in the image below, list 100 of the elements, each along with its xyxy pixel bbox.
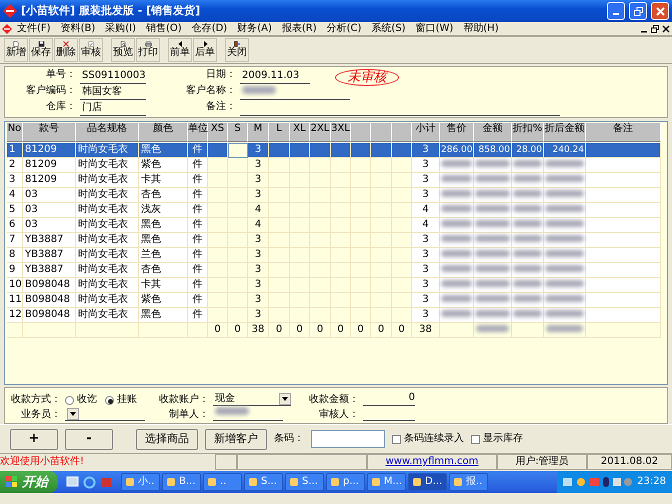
toolbar-button[interactable]: 关闭 bbox=[225, 38, 249, 62]
table-cell: 1 bbox=[7, 143, 23, 158]
blurred-value bbox=[513, 280, 542, 287]
table-cell bbox=[290, 203, 310, 218]
column-header[interactable]: 单位 bbox=[188, 123, 208, 142]
column-header[interactable]: 售价 bbox=[440, 123, 474, 142]
column-header[interactable]: 金额 bbox=[474, 123, 512, 142]
table-cell: 11 bbox=[7, 293, 23, 308]
toolbar-button[interactable]: 预览 bbox=[111, 38, 135, 62]
column-header[interactable]: 3XL bbox=[331, 123, 351, 142]
close-button[interactable] bbox=[651, 2, 669, 20]
menu-item[interactable]: 帮助(H) bbox=[458, 22, 504, 34]
blurred-value bbox=[545, 190, 584, 197]
column-header[interactable] bbox=[371, 123, 392, 142]
taskbar-button[interactable]: S... bbox=[285, 473, 324, 491]
table-cell bbox=[392, 143, 412, 158]
column-header[interactable]: XS bbox=[208, 123, 228, 142]
amount-field[interactable]: 0 bbox=[363, 391, 415, 406]
table-cell bbox=[290, 233, 310, 248]
menu-item[interactable]: 销售(O) bbox=[141, 22, 187, 34]
menu-item[interactable]: 采购(I) bbox=[100, 22, 141, 34]
menu-item[interactable]: 资料(B) bbox=[56, 22, 100, 34]
window-icon bbox=[330, 477, 340, 487]
column-header[interactable]: 折后金额 bbox=[544, 123, 586, 142]
table-cell bbox=[371, 233, 392, 248]
action-button[interactable]: 新增客户 bbox=[205, 428, 267, 450]
field-label: 审核人： bbox=[318, 409, 360, 421]
account-dropdown[interactable]: 现金 bbox=[213, 393, 291, 406]
customer-name-field[interactable] bbox=[240, 85, 350, 100]
menu-item[interactable]: 文件(F) bbox=[12, 22, 56, 34]
maker-field[interactable] bbox=[213, 406, 283, 421]
column-header[interactable]: M bbox=[248, 123, 269, 142]
taskbar-button[interactable]: S... bbox=[244, 473, 283, 491]
taskbar-button[interactable]: M... bbox=[367, 473, 406, 491]
close-icon[interactable] bbox=[662, 24, 670, 32]
column-header[interactable]: 品名规格 bbox=[76, 123, 139, 142]
table-cell: 件 bbox=[188, 188, 208, 203]
taskbar-button[interactable]: D... bbox=[408, 473, 447, 491]
editing-cell[interactable] bbox=[228, 143, 248, 158]
desktop-icon[interactable] bbox=[66, 476, 79, 488]
table-cell bbox=[228, 278, 248, 293]
restore-button[interactable] bbox=[629, 2, 647, 20]
menu-item[interactable]: 仓存(D) bbox=[186, 22, 232, 34]
table-cell: 杏色 bbox=[139, 263, 188, 278]
toolbar-button[interactable]: 前单 bbox=[168, 38, 192, 62]
taskbar-button[interactable]: B... bbox=[162, 473, 201, 491]
column-header[interactable]: 颜色 bbox=[139, 123, 188, 142]
column-header[interactable]: 2XL bbox=[310, 123, 331, 142]
toolbar-button[interactable]: 后单 bbox=[193, 38, 217, 62]
column-header[interactable]: No bbox=[7, 123, 23, 142]
column-header[interactable]: 小计 bbox=[412, 123, 440, 142]
table-cell bbox=[290, 293, 310, 308]
column-header[interactable] bbox=[392, 123, 412, 142]
toolbar-button[interactable]: 保存 bbox=[29, 38, 53, 62]
salesman-dropdown[interactable] bbox=[65, 408, 145, 421]
toolbar-button[interactable]: 打印 bbox=[136, 38, 160, 62]
browser-icon[interactable] bbox=[83, 476, 96, 488]
dropdown-arrow-icon[interactable] bbox=[70, 412, 76, 416]
date-status: 2011.08.02 bbox=[587, 454, 672, 470]
column-header[interactable]: 备注 bbox=[586, 123, 661, 142]
taskbar-button[interactable]: .. bbox=[203, 473, 242, 491]
action-button[interactable]: + bbox=[10, 428, 58, 450]
action-button[interactable]: - bbox=[65, 428, 113, 450]
table-cell bbox=[208, 143, 228, 158]
warehouse-field[interactable]: 门店 bbox=[80, 101, 146, 116]
checkbox[interactable]: 条码连续录入 bbox=[392, 433, 464, 445]
column-header[interactable]: XL bbox=[290, 123, 310, 142]
menu-item[interactable]: 报表(R) bbox=[276, 22, 322, 34]
taskbar-button[interactable]: 小.. bbox=[121, 473, 160, 491]
toolbar-button[interactable]: 审核 bbox=[79, 38, 103, 62]
tray-icons-drawing[interactable] bbox=[563, 476, 634, 488]
column-header[interactable] bbox=[351, 123, 371, 142]
dropdown-arrow-icon[interactable] bbox=[282, 397, 288, 401]
menu-item[interactable]: 系统(S) bbox=[366, 22, 411, 34]
taskbar-button[interactable]: p... bbox=[326, 473, 365, 491]
toolbar-button[interactable]: 新增 bbox=[4, 38, 28, 62]
action-button[interactable]: 选择商品 bbox=[136, 428, 198, 450]
table-cell bbox=[208, 308, 228, 323]
table-cell bbox=[208, 188, 228, 203]
barcode-field[interactable] bbox=[311, 430, 385, 448]
date-field[interactable]: 2009.11.03 bbox=[240, 69, 310, 84]
customer-code-field[interactable]: 韩国女客 bbox=[80, 85, 146, 100]
column-header[interactable]: L bbox=[269, 123, 290, 142]
menu-item[interactable]: 分析(C) bbox=[322, 22, 366, 34]
app-logo-icon bbox=[3, 4, 17, 18]
radio-button[interactable]: 挂账 bbox=[105, 394, 137, 406]
column-header[interactable]: 款号 bbox=[23, 123, 76, 142]
restore-icon[interactable] bbox=[651, 24, 659, 32]
menu-item[interactable]: 窗口(W) bbox=[410, 22, 458, 34]
minimize-button[interactable] bbox=[607, 2, 625, 20]
radio-button[interactable]: 收讫 bbox=[65, 394, 97, 406]
toolbar-button[interactable]: 删除 bbox=[54, 38, 78, 62]
column-header[interactable]: 折扣% bbox=[512, 123, 544, 142]
order-number-field[interactable]: SS09110003 bbox=[80, 69, 146, 84]
table-cell: 件 bbox=[188, 278, 208, 293]
column-header[interactable]: S bbox=[228, 123, 248, 142]
taskbar-button[interactable]: 报.. bbox=[449, 473, 488, 491]
checkbox[interactable]: 显示库存 bbox=[471, 433, 523, 445]
menu-item[interactable]: 财务(A) bbox=[232, 22, 277, 34]
table-cell bbox=[371, 248, 392, 263]
